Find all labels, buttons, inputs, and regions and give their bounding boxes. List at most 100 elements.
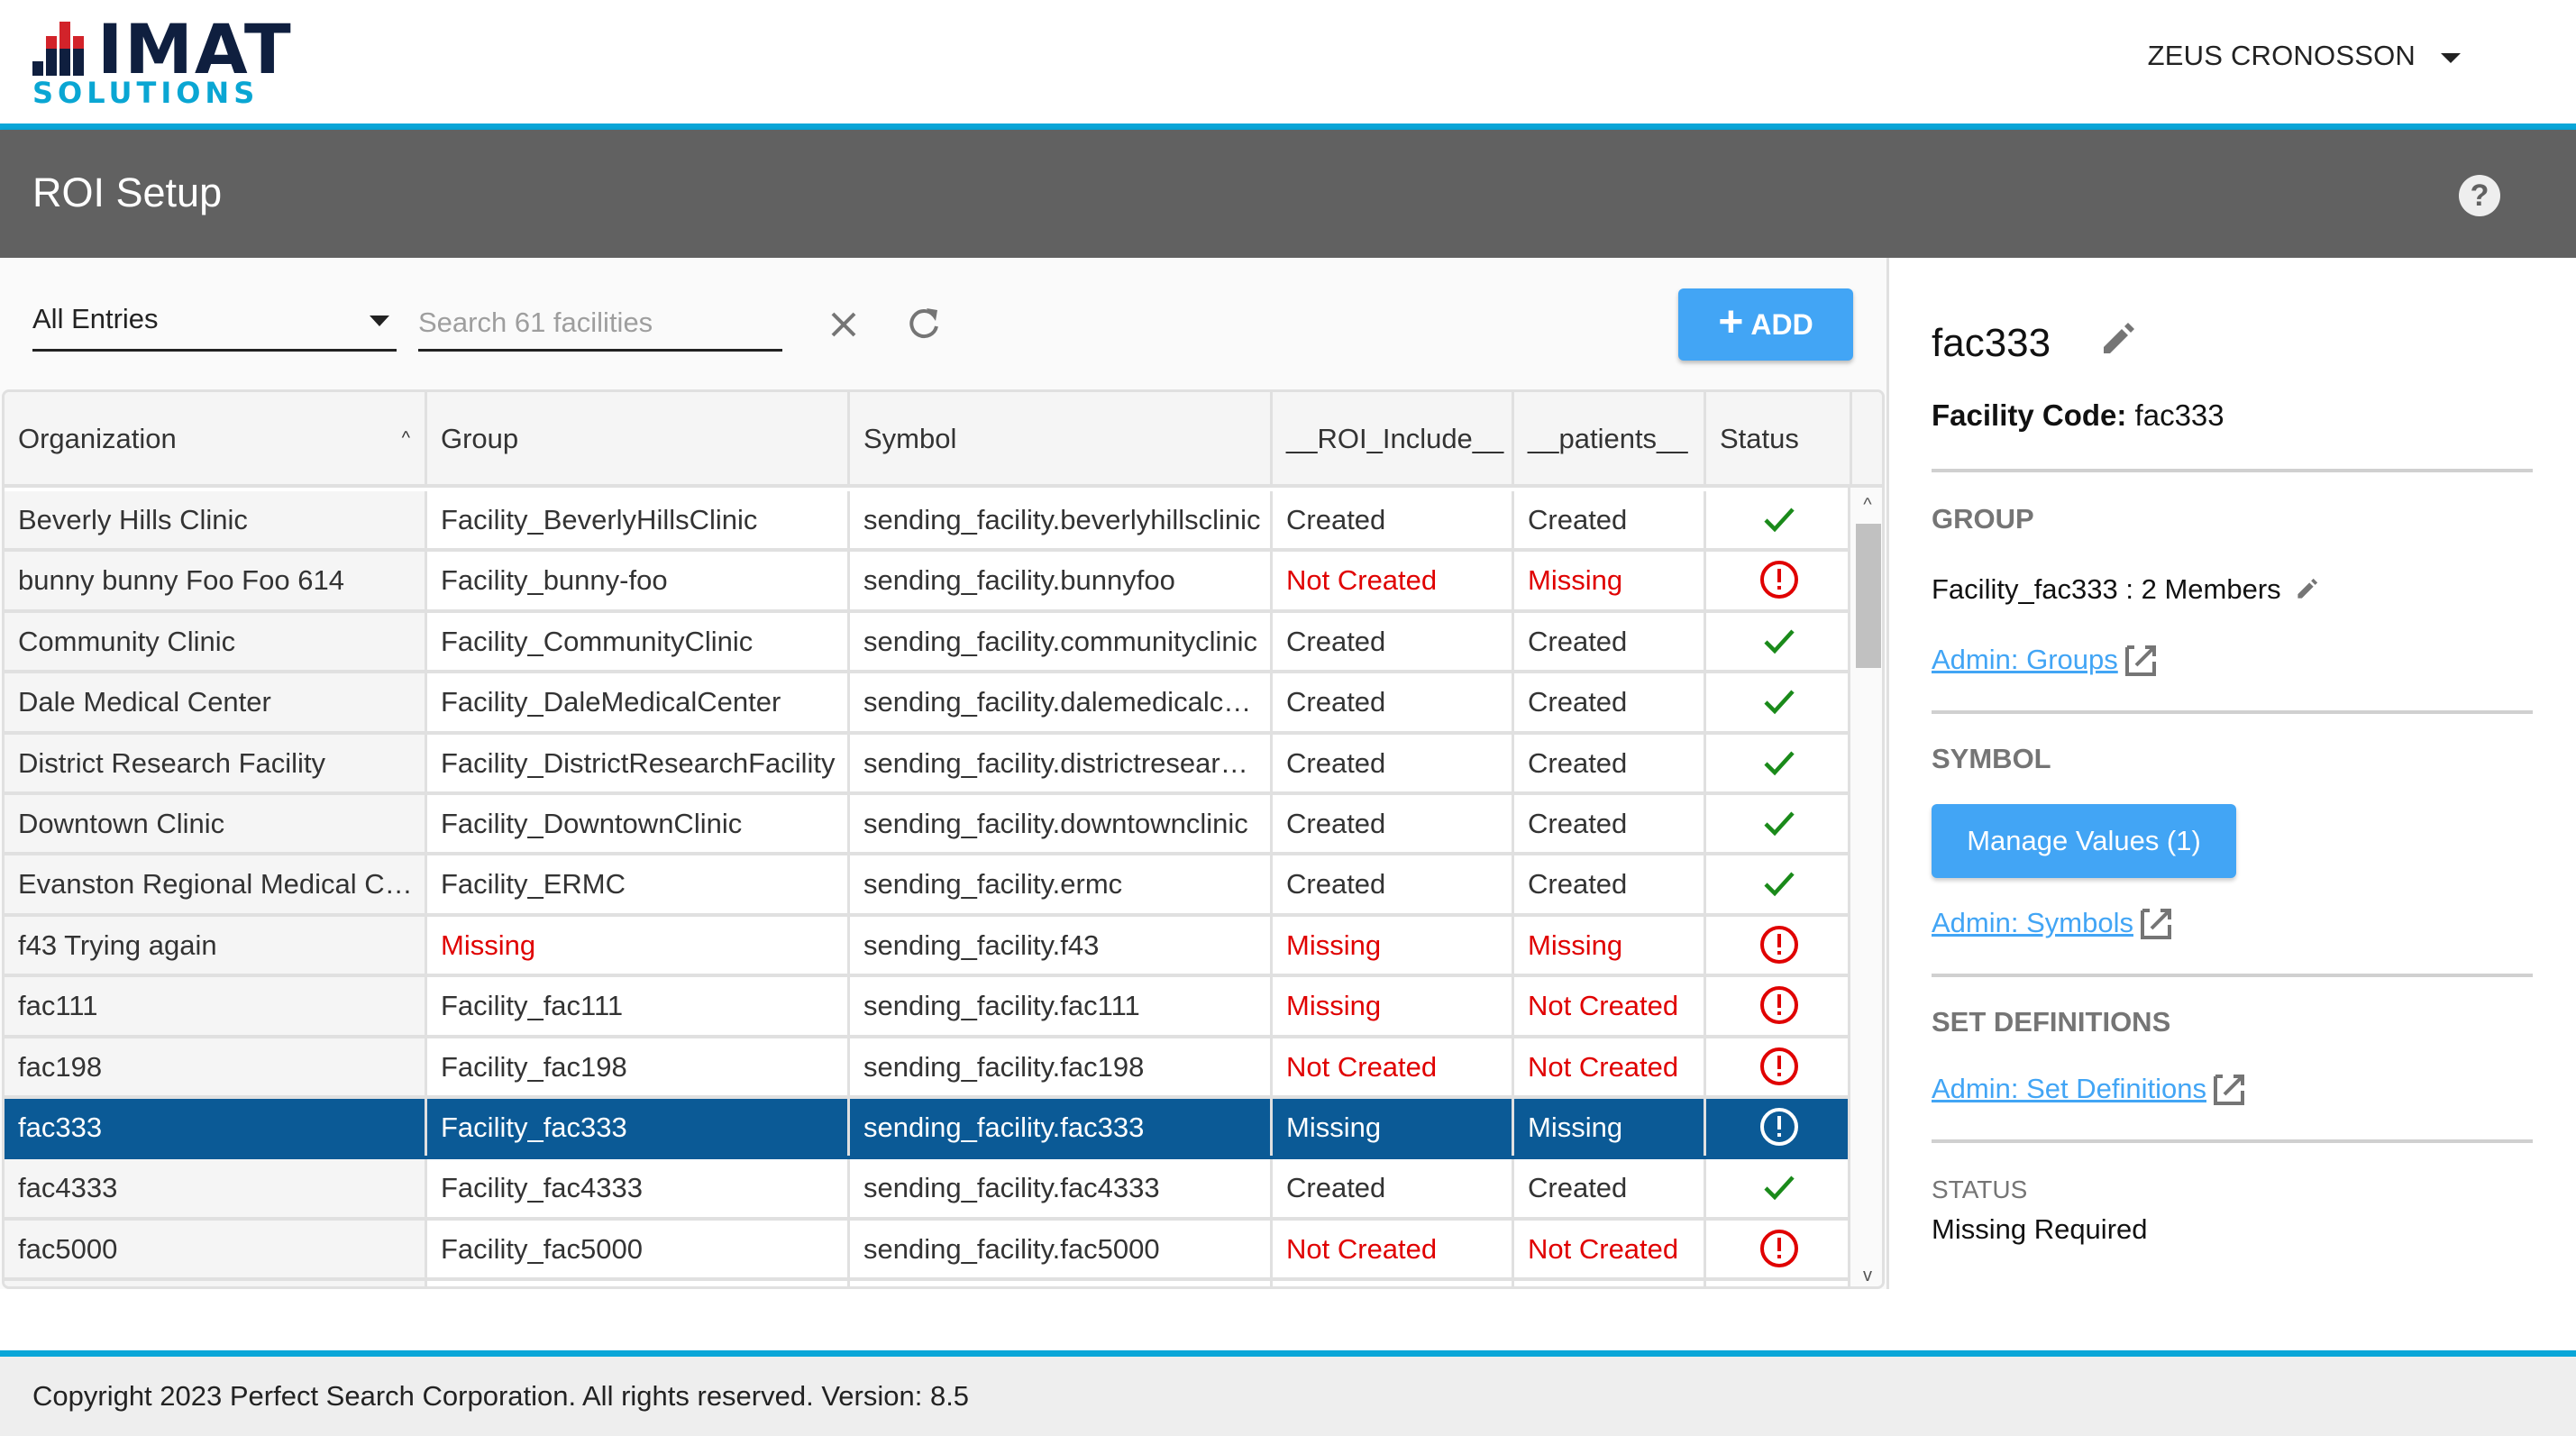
column-header-status[interactable]: Status — [1706, 392, 1852, 488]
admin-symbols-link[interactable]: Admin: Symbols — [1932, 903, 2177, 943]
scroll-down-icon[interactable]: v — [1850, 1266, 1882, 1286]
close-icon[interactable] — [824, 305, 863, 344]
cell-patients: Not Created — [1514, 977, 1706, 1035]
cell-patients: Created — [1514, 734, 1706, 791]
chevron-down-icon — [370, 316, 389, 326]
cell-group: Facility_fac4333 — [427, 1159, 850, 1217]
open-in-new-icon — [2213, 1075, 2244, 1105]
cell-symbol: sending_facility.fac4333 — [850, 1159, 1273, 1217]
cell-group: Facility_fac333 — [427, 1098, 850, 1157]
cell-roi-include: Created — [1273, 612, 1514, 671]
cell-symbol: sending_facility.bunnyfoo — [850, 552, 1273, 609]
facility-code-label: Facility Code: — [1932, 398, 2127, 432]
cell-organization: Evanston Regional Medical C… — [5, 855, 427, 913]
column-header-group[interactable]: Group — [427, 392, 850, 488]
table-row[interactable]: fac4333 Facility_fac4333 sending_facility.… — [5, 1159, 1852, 1221]
cell-organization: fac198 — [5, 1038, 427, 1095]
alert-circle-icon — [1760, 1047, 1798, 1085]
column-header-organization[interactable]: Organization ^ — [5, 392, 427, 488]
entries-filter-select[interactable]: All Entries — [32, 294, 397, 352]
status-error-cell — [1706, 552, 1852, 608]
table-scrollbar[interactable]: ^ v — [1848, 488, 1882, 1286]
table-header: Organization ^ Group Symbol __ROI_Includ… — [5, 392, 1882, 488]
cell-patients: Not Created — [1514, 1220, 1706, 1278]
checkmark-icon — [1764, 872, 1795, 897]
column-header-patients[interactable]: __patients__ — [1514, 392, 1706, 488]
status-error-cell — [1706, 1098, 1852, 1157]
cell-organization: fac4333 — [5, 1159, 427, 1217]
imat-solutions-logo[interactable]: IMAT SOLUTIONS — [32, 13, 291, 110]
cell-symbol: sending_facility.dalemedicalc… — [850, 673, 1273, 731]
cell-group: Facility_DaleMedicalCenter — [427, 673, 850, 731]
cell-organization: fac5000 — [5, 1220, 427, 1278]
status-error-cell — [1706, 1038, 1852, 1095]
open-in-new-icon — [2124, 645, 2156, 676]
edit-pencil-icon[interactable] — [2095, 317, 2140, 362]
cell-roi-include: Not Created — [1273, 1220, 1514, 1278]
group-summary-text: Facility_fac333 : 2 Members — [1932, 573, 2281, 605]
logo-text-imat: IMAT — [97, 9, 293, 89]
footer-accent-line — [0, 1350, 2576, 1357]
checkmark-icon — [1764, 690, 1795, 715]
table-row[interactable]: fac333 Facility_fac333 sending_facility.fa… — [5, 1098, 1852, 1160]
cell-group — [427, 1281, 850, 1286]
column-header-symbol[interactable]: Symbol — [850, 392, 1273, 488]
help-icon[interactable]: ? — [2459, 175, 2500, 216]
app-header: IMAT SOLUTIONS ZEUS CRONOSSON — [0, 0, 2576, 123]
status-ok-cell — [1706, 735, 1852, 791]
alert-circle-icon — [1760, 986, 1798, 1025]
scrollbar-thumb[interactable] — [1856, 524, 1881, 668]
column-header-roi-include[interactable]: __ROI_Include__ — [1273, 392, 1514, 488]
status-ok-cell — [1706, 491, 1852, 548]
add-button[interactable]: + ADD — [1678, 288, 1853, 361]
manage-values-button[interactable]: Manage Values (1) — [1932, 804, 2236, 878]
table-row[interactable]: bunny bunny Foo Foo 614 Facility_bunny-fo… — [5, 552, 1852, 613]
table-row[interactable]: fac198 Facility_fac198 sending_facility.fa… — [5, 1038, 1852, 1099]
column-label: __patients__ — [1528, 423, 1688, 454]
cell-symbol: sending_facility.fac111 — [850, 977, 1273, 1035]
table-row[interactable]: f43 Trying again Missing sending_facility.… — [5, 916, 1852, 978]
logo-bars-icon — [32, 13, 96, 76]
cell-patients: Missing — [1514, 916, 1706, 974]
table-row[interactable]: fac111 Facility_fac111 sending_facility.fa… — [5, 977, 1852, 1038]
admin-groups-link[interactable]: Admin: Groups — [1932, 640, 2161, 680]
cell-organization — [5, 1281, 427, 1286]
table-row[interactable]: Evanston Regional Medical C… Facility_ERM… — [5, 855, 1852, 917]
cell-roi-include: Missing — [1273, 916, 1514, 974]
table-row[interactable]: Dale Medical Center Facility_DaleMedicalC… — [5, 673, 1852, 735]
cell-group: Facility_BeverlyHillsClinic — [427, 491, 850, 549]
facility-list-panel: All Entries + ADD Organization ^ Group S… — [0, 258, 1886, 1289]
checkmark-icon — [1764, 508, 1795, 533]
table-row[interactable]: District Research Facility Facility_Distr… — [5, 734, 1852, 795]
cell-roi-include: Created — [1273, 673, 1514, 731]
refresh-icon[interactable] — [903, 303, 945, 344]
status-error-cell — [1706, 917, 1852, 974]
cell-roi-include: Not Created — [1273, 552, 1514, 609]
table-body: Beverly Hills Clinic Facility_BeverlyHill… — [5, 491, 1852, 1286]
status-error-cell — [1706, 1281, 1852, 1286]
admin-set-definitions-link[interactable]: Admin: Set Definitions — [1932, 1069, 2250, 1109]
divider — [1932, 469, 2533, 472]
cell-organization: Beverly Hills Clinic — [5, 491, 427, 549]
table-row[interactable]: Downtown Clinic Facility_DowntownClinic se… — [5, 794, 1852, 856]
table-row[interactable]: Beverly Hills Clinic Facility_BeverlyHill… — [5, 491, 1852, 553]
status-label: STATUS — [1932, 1175, 2028, 1203]
status-ok-cell — [1706, 613, 1852, 670]
cell-patients: Not Created — [1514, 1038, 1706, 1095]
user-menu[interactable]: ZEUS CRONOSSON — [2148, 40, 2461, 72]
search-input[interactable] — [418, 294, 782, 352]
facility-code: Facility Code: fac333 — [1932, 398, 2224, 433]
plus-icon: + — [1718, 298, 1744, 346]
edit-group-pencil-icon[interactable] — [2292, 575, 2321, 604]
table-row[interactable]: fac5000 Facility_fac5000 sending_facility.… — [5, 1220, 1852, 1282]
page-title: ROI Setup — [32, 169, 223, 215]
scroll-up-icon[interactable]: ^ — [1850, 495, 1882, 516]
logo-text-solutions: SOLUTIONS — [32, 76, 260, 110]
cell-group: Facility_CommunityClinic — [427, 612, 850, 671]
table-row[interactable]: Community Clinic Facility_CommunityClinic… — [5, 612, 1852, 674]
cell-organization: Downtown Clinic — [5, 794, 427, 853]
cell-patients — [1514, 1281, 1706, 1286]
status-error-cell — [1706, 977, 1852, 1034]
table-row[interactable] — [5, 1281, 1852, 1286]
cell-symbol: sending_facility.beverlyhillsclinic — [850, 491, 1273, 549]
